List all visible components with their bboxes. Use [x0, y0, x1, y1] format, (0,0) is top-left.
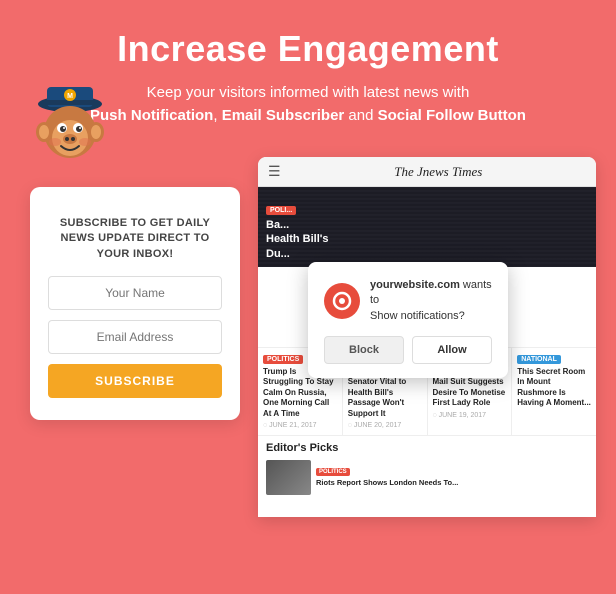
article-badge-1: POLITICS	[263, 355, 303, 364]
editor-badge-1: POLITICS	[316, 468, 350, 476]
browser-title: The Jnews Times	[291, 164, 586, 180]
subscribe-button[interactable]: SUBSCRIBE	[48, 364, 222, 398]
subtitle-and: and	[344, 107, 377, 124]
subtitle-bold2: Email Subscriber	[222, 107, 345, 124]
notification-icon	[324, 283, 360, 319]
editor-title-1: Riots Report Shows London Needs To...	[316, 478, 458, 488]
svg-text:M: M	[67, 93, 73, 100]
article-item-4: NATIONAL This Secret Room In Mount Rushm…	[512, 348, 596, 435]
editors-picks-title: Editor's Picks	[266, 442, 588, 454]
block-button[interactable]: Block	[324, 336, 404, 364]
browser-mockup: ☰ The Jnews Times POLI... Ba...Health Bi…	[258, 157, 596, 517]
editors-row: POLITICS Riots Report Shows London Needs…	[266, 460, 588, 495]
email-input[interactable]	[48, 320, 222, 354]
subtitle: Keep your visitors informed with latest …	[40, 82, 576, 127]
editor-item-1: POLITICS Riots Report Shows London Needs…	[266, 460, 458, 495]
article-date-3: ◌ JUNE 19, 2017	[433, 412, 507, 419]
name-input[interactable]	[48, 276, 222, 310]
notif-text: yourwebsite.com wants to Show notificati…	[370, 278, 492, 324]
hero-badge: POLI...	[266, 206, 296, 215]
editor-text-1: POLITICS Riots Report Shows London Needs…	[316, 460, 458, 495]
bottom-section: M	[0, 147, 616, 517]
subscribe-title: SUBSCRIBE TO GET DAILY NEWS UPDATE DIREC…	[48, 216, 222, 262]
editor-img-1	[266, 460, 311, 495]
subtitle-bold3: Social Follow Button	[378, 107, 526, 124]
news-hero-bg: POLI... Ba...Health Bill'sDu...	[258, 187, 596, 267]
hero-title: Ba...Health Bill'sDu...	[266, 218, 329, 261]
page-title: Increase Engagement	[40, 28, 576, 70]
subtitle-comma: ,	[213, 107, 221, 124]
monkey-mascot: M	[25, 82, 120, 172]
browser-bar: ☰ The Jnews Times	[258, 157, 596, 187]
subscribe-card: SUBSCRIBE TO GET DAILY NEWS UPDATE DIREC…	[30, 187, 240, 420]
news-hero: POLI... Ba...Health Bill'sDu...	[258, 187, 596, 267]
article-badge-4: NATIONAL	[517, 355, 561, 364]
notif-site: yourwebsite.com	[370, 279, 460, 291]
hamburger-icon: ☰	[268, 163, 281, 180]
notif-header: yourwebsite.com wants to Show notificati…	[324, 278, 492, 324]
subtitle-line1: Keep your visitors informed with latest …	[147, 84, 470, 101]
article-date-2: ◌ JUNE 20, 2017	[348, 422, 422, 429]
hero-content: POLI... Ba...Health Bill'sDu...	[266, 199, 329, 261]
subscribe-section: M	[20, 157, 240, 420]
allow-button[interactable]: Allow	[412, 336, 492, 364]
editors-picks-section: Editor's Picks POLITICS Riots Report Sho…	[258, 435, 596, 501]
article-title-4: This Secret Room In Mount Rushmore Is Ha…	[517, 367, 591, 409]
notif-buttons: Block Allow	[324, 336, 492, 364]
article-date-1: ◌ JUNE 21, 2017	[263, 422, 337, 429]
notification-popup: yourwebsite.com wants to Show notificati…	[308, 262, 508, 378]
